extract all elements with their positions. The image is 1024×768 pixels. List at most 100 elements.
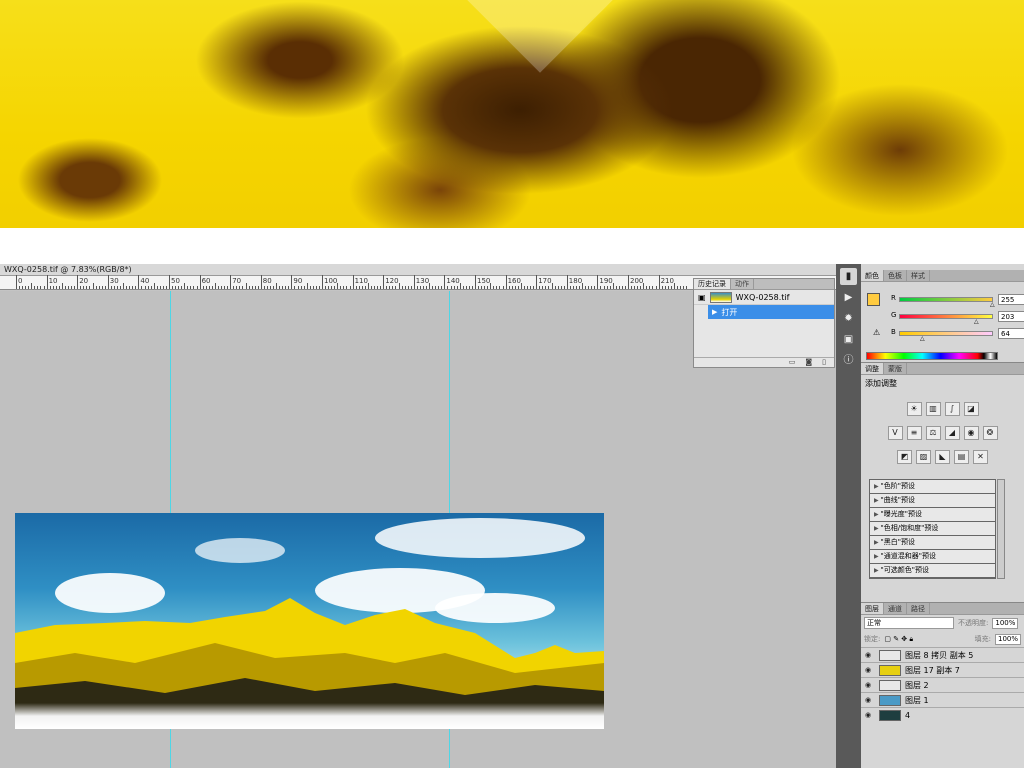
channel-slider[interactable] [899,331,993,336]
preset-item[interactable]: "可选颜色"预设 [870,564,995,578]
preset-item[interactable]: "通道混和器"预设 [870,550,995,564]
ruler-tick [74,286,76,289]
new-document-icon[interactable]: ▭ [789,358,796,367]
channel-label: B [891,328,896,336]
ruler-tick [517,286,519,289]
ruler-tick [566,275,568,289]
preset-item[interactable]: "曝光度"预设 [870,508,995,522]
eye-icon[interactable]: ◉ [861,681,875,689]
channel-value[interactable]: 203 [998,311,1024,322]
vibrance-icon[interactable]: V [887,426,903,440]
ruler-tick [104,286,106,289]
tab-history[interactable]: 历史记录 [694,279,731,289]
channel-slider[interactable] [899,297,993,302]
play-icon[interactable]: ▶ [840,289,857,306]
tab-paths[interactable]: 路径 [907,603,930,614]
channel-label: G [891,311,897,319]
black-white-icon[interactable]: ◢ [944,426,960,440]
slider-thumb-icon[interactable]: △ [920,335,925,342]
invert-icon[interactable]: ◩ [897,450,912,464]
levels-icon[interactable]: ▥ [925,402,941,416]
channel-mixer-icon[interactable]: ❂ [982,426,998,440]
ruler-tick [383,275,385,289]
lock-icon[interactable]: ▢ ✎ ✥ 🔒︎ [884,635,913,644]
history-brush-icon[interactable]: ▮ [840,268,857,285]
ruler-tick [404,286,406,289]
channel-b[interactable]: ⚠ B △ 64 [873,328,1024,342]
photo-filter-icon[interactable]: ◉ [963,426,979,440]
curves-icon[interactable]: ∫ [944,402,960,416]
info-icon[interactable]: ⓘ [840,352,857,369]
ruler-tick [279,286,281,289]
ruler-tick [585,286,587,289]
foreground-swatch[interactable] [867,293,880,306]
threshold-icon[interactable]: ◣ [935,450,950,464]
channel-value[interactable]: 255 [998,294,1024,305]
ruler-tick [407,286,409,289]
gradient-map-icon[interactable]: ▤ [954,450,969,464]
slider-thumb-icon[interactable]: △ [974,318,979,325]
preset-item[interactable]: "色相/饱和度"预设 [870,522,995,536]
selective-color-icon[interactable]: ✕ [973,450,988,464]
tab-layers[interactable]: 图层 [861,603,884,614]
ruler-tick [370,286,372,289]
opacity-input[interactable]: 100% [992,617,1019,629]
tab-color[interactable]: 颜色 [861,270,884,281]
trash-icon[interactable]: ▯ [822,358,826,367]
channel-g[interactable]: G △ 203 [891,311,1024,325]
preset-item[interactable]: "曲线"预设 [870,494,995,508]
tab-actions[interactable]: 动作 [731,279,754,289]
warning-icon: ⚠ [873,328,881,337]
ruler-tick [490,283,492,289]
color-spectrum[interactable] [866,352,998,360]
ruler-tick [609,286,611,289]
eye-icon[interactable]: ◉ [861,696,875,704]
layer-row[interactable]: ◉ 图层 8 拷贝 副本 5 [861,647,1024,662]
ruler-tick [120,286,122,289]
slider-thumb-icon[interactable]: △ [990,301,995,308]
channel-r[interactable]: R △ 255 [891,294,1024,308]
exposure-icon[interactable]: ◪ [963,402,979,416]
sun-icon[interactable]: ✹ [840,310,857,327]
history-step[interactable]: ▶ 打开 [708,305,834,319]
preset-scrollbar[interactable] [997,479,1005,579]
ruler-tick [184,283,186,289]
channel-value[interactable]: 64 [998,328,1024,339]
fill-input[interactable]: 100% [995,633,1021,645]
preset-list[interactable]: "色阶"预设 "曲线"预设 "曝光度"预设 "色相/饱和度"预设 "黑白"预设 … [869,479,996,579]
layer-thumbnail [879,709,901,721]
tab-adjustments[interactable]: 调整 [861,363,884,374]
brightness-icon[interactable]: ☀ [906,402,922,416]
layer-list: ◉ 图层 8 拷贝 副本 5 ◉ 图层 17 副本 7 ◉ 图层 2 ◉ 图层 1 ◉ 4 [861,647,1024,722]
tab-styles[interactable]: 样式 [907,270,930,281]
layer-row[interactable]: ◉ 图层 1 [861,692,1024,707]
ruler-tick [199,275,201,289]
history-snapshot[interactable]: ▣ WXQ-0258.tif [694,290,834,305]
tab-swatches[interactable]: 色板 [884,270,907,281]
ruler-tick [254,286,256,289]
ruler-tick [227,286,229,289]
hue-saturation-icon[interactable]: ≡ [906,426,922,440]
document-canvas-image[interactable] [15,513,604,729]
layer-row[interactable]: ◉ 4 [861,707,1024,722]
image-icon[interactable]: ▣ [840,331,857,348]
posterize-icon[interactable]: ▨ [916,450,931,464]
ruler-tick [312,286,314,289]
ruler-tick [190,286,192,289]
preset-item[interactable]: "色阶"预设 [870,480,995,494]
eye-icon[interactable]: ◉ [861,651,875,659]
ruler-tick [334,286,336,289]
ruler-label: 90 [293,277,303,285]
layer-row[interactable]: ◉ 图层 2 [861,677,1024,692]
document-tab[interactable]: WXQ-0258.tif @ 7.83%(RGB/8*) [0,264,836,276]
tab-channels[interactable]: 通道 [884,603,907,614]
eye-icon[interactable]: ◉ [861,666,875,674]
ruler-tick [395,286,397,289]
layer-row[interactable]: ◉ 图层 17 副本 7 [861,662,1024,677]
tab-masks[interactable]: 蒙版 [884,363,907,374]
eye-icon[interactable]: ◉ [861,711,875,719]
preset-item[interactable]: "黑白"预设 [870,536,995,550]
color-balance-icon[interactable]: ⚖ [925,426,941,440]
camera-icon[interactable]: ◙ [805,358,812,367]
blend-mode-select[interactable]: 正常 [864,617,954,629]
